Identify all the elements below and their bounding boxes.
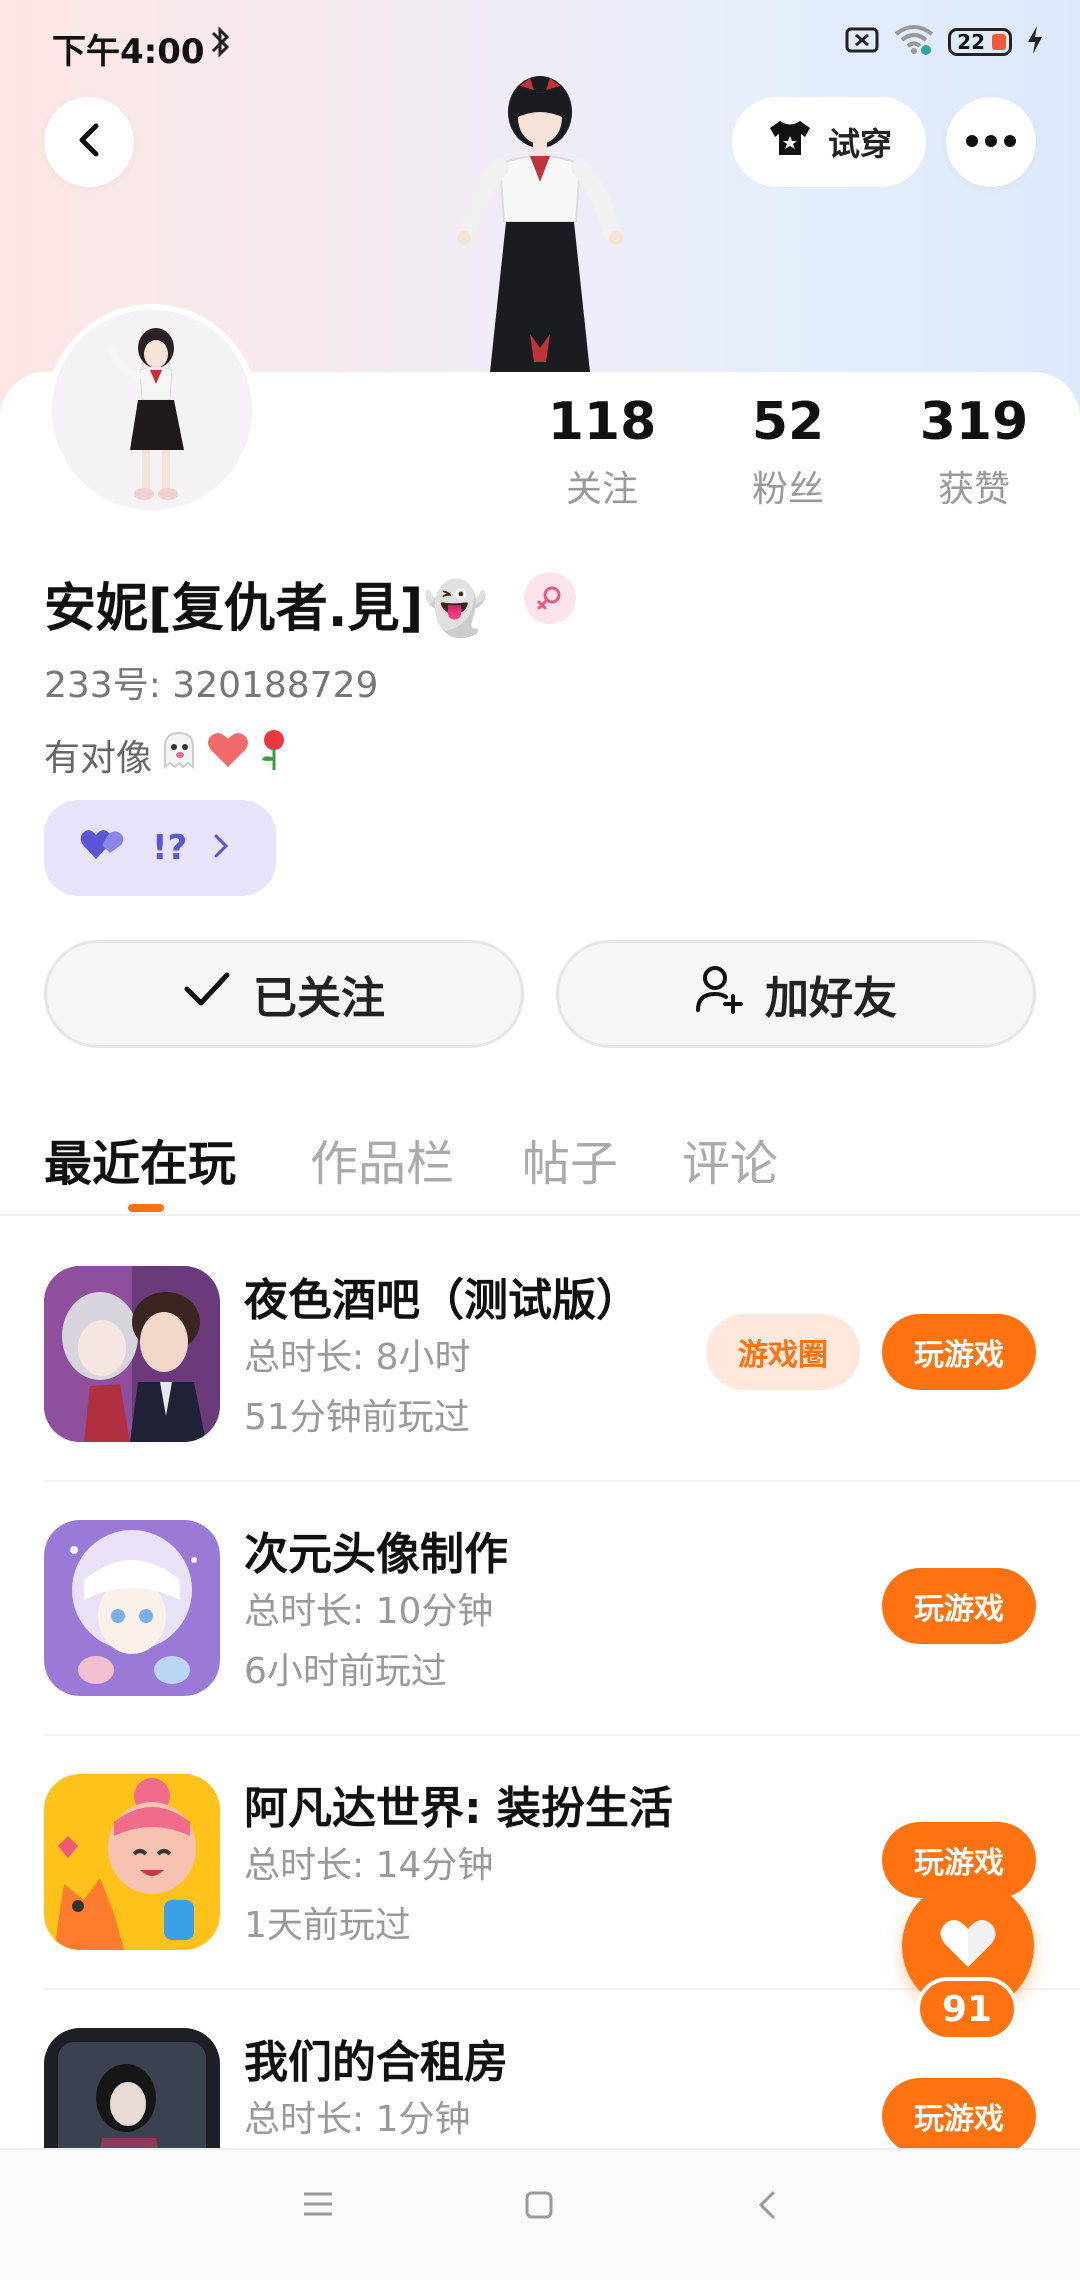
profile-screen: 下午4:00 22 试穿 118 关注 52 粉丝 319 获赞 安妮[复仇者.… (0, 0, 1080, 2280)
bluetooth-icon (210, 24, 232, 64)
battery-level: 22 (957, 30, 985, 54)
more-dots-icon (965, 133, 1017, 152)
profile-nickname: 安妮[复仇者.見]👻 (44, 579, 489, 639)
tab-comments[interactable]: 评论 (682, 1124, 778, 1194)
ghost-icon (158, 729, 200, 780)
tab-posts[interactable]: 帖子 (522, 1124, 618, 1194)
game-title: 阿凡达世界: 装扮生活 (244, 1783, 673, 1834)
try-on-label: 试穿 (827, 125, 892, 163)
add-friend-button-label: 加好友 (765, 973, 897, 1024)
rose-icon (256, 728, 292, 781)
back-button[interactable] (44, 97, 134, 187)
game-title: 夜色酒吧（测试版） (244, 1275, 640, 1326)
following-button-label: 已关注 (253, 973, 385, 1024)
active-tab-indicator (128, 1204, 164, 1212)
tab-recently-played[interactable]: 最近在玩 (44, 1124, 236, 1194)
status-time: 下午4:00 (52, 32, 205, 72)
user-id: 233号: 320188729 (44, 665, 379, 706)
game-duration: 总时长: 1分钟 (244, 2099, 471, 2140)
more-options-button[interactable] (946, 97, 1036, 187)
menu-icon[interactable] (302, 2190, 334, 2222)
game-last-played: 1天前玩过 (244, 1905, 411, 1946)
female-gender-icon (524, 572, 576, 624)
hearts-icon (80, 827, 126, 870)
bio-text: 有对像 (44, 737, 153, 779)
add-user-icon (695, 964, 743, 1025)
tag-label: !? (152, 828, 188, 868)
game-icon-avatar-world (44, 1774, 220, 1950)
profile-bio: 有对像 (44, 728, 292, 781)
game-title: 我们的合租房 (244, 2037, 508, 2088)
game-duration: 总时长: 14分钟 (244, 1845, 494, 1886)
back-nav-icon[interactable] (756, 2190, 778, 2224)
chevron-right-icon (213, 828, 229, 868)
followers-label: 粉丝 (751, 469, 824, 510)
profile-tabs: 最近在玩 作品栏 帖子 评论 (0, 1116, 1080, 1216)
status-icons: 22 (844, 24, 1044, 60)
wifi-icon (894, 24, 934, 60)
play-game-button[interactable]: 玩游戏 (882, 2078, 1036, 2154)
game-last-played: 51分钟前玩过 (244, 1397, 470, 1438)
likes-count: 319 (919, 392, 1029, 452)
following-label: 关注 (565, 469, 638, 510)
back-arrow-icon (74, 120, 104, 164)
try-on-button[interactable]: 试穿 (732, 97, 926, 187)
game-circle-button[interactable]: 游戏圈 (706, 1314, 860, 1390)
avatar-3d-figure[interactable] (430, 72, 650, 372)
game-last-played: 6小时前玩过 (244, 1651, 447, 1692)
stat-likes[interactable]: 319 获赞 (884, 392, 1064, 512)
like-count-badge: 91 (916, 1977, 1018, 2041)
stat-following[interactable]: 118 关注 (512, 392, 692, 512)
shirt-icon (766, 118, 814, 166)
play-game-button[interactable]: 玩游戏 (882, 1314, 1036, 1390)
check-icon (183, 969, 231, 1020)
likes-label: 获赞 (937, 469, 1010, 510)
game-duration: 总时长: 10分钟 (244, 1591, 494, 1632)
heart-icon (206, 730, 250, 779)
followers-count: 52 (751, 392, 825, 452)
following-count: 118 (547, 392, 657, 452)
following-button[interactable]: 已关注 (44, 940, 524, 1048)
avatar[interactable] (46, 304, 258, 516)
play-game-button[interactable]: 玩游戏 (882, 1568, 1036, 1644)
sim-off-icon (844, 25, 880, 59)
stat-followers[interactable]: 52 粉丝 (698, 392, 878, 512)
tab-works[interactable]: 作品栏 (310, 1124, 454, 1194)
like-heart-icon (938, 1917, 998, 1975)
game-icon-night-bar (44, 1266, 220, 1442)
add-friend-button[interactable]: 加好友 (556, 940, 1036, 1048)
home-square-icon[interactable] (524, 2190, 554, 2224)
charging-icon (1026, 25, 1044, 59)
tag-pill[interactable]: !? (44, 800, 276, 896)
game-duration: 总时长: 8小时 (244, 1337, 471, 1378)
battery-indicator: 22 (948, 28, 1012, 56)
game-title: 次元头像制作 (244, 1529, 508, 1580)
game-icon-avatar-maker (44, 1520, 220, 1696)
system-nav-bar (0, 2148, 1080, 2280)
